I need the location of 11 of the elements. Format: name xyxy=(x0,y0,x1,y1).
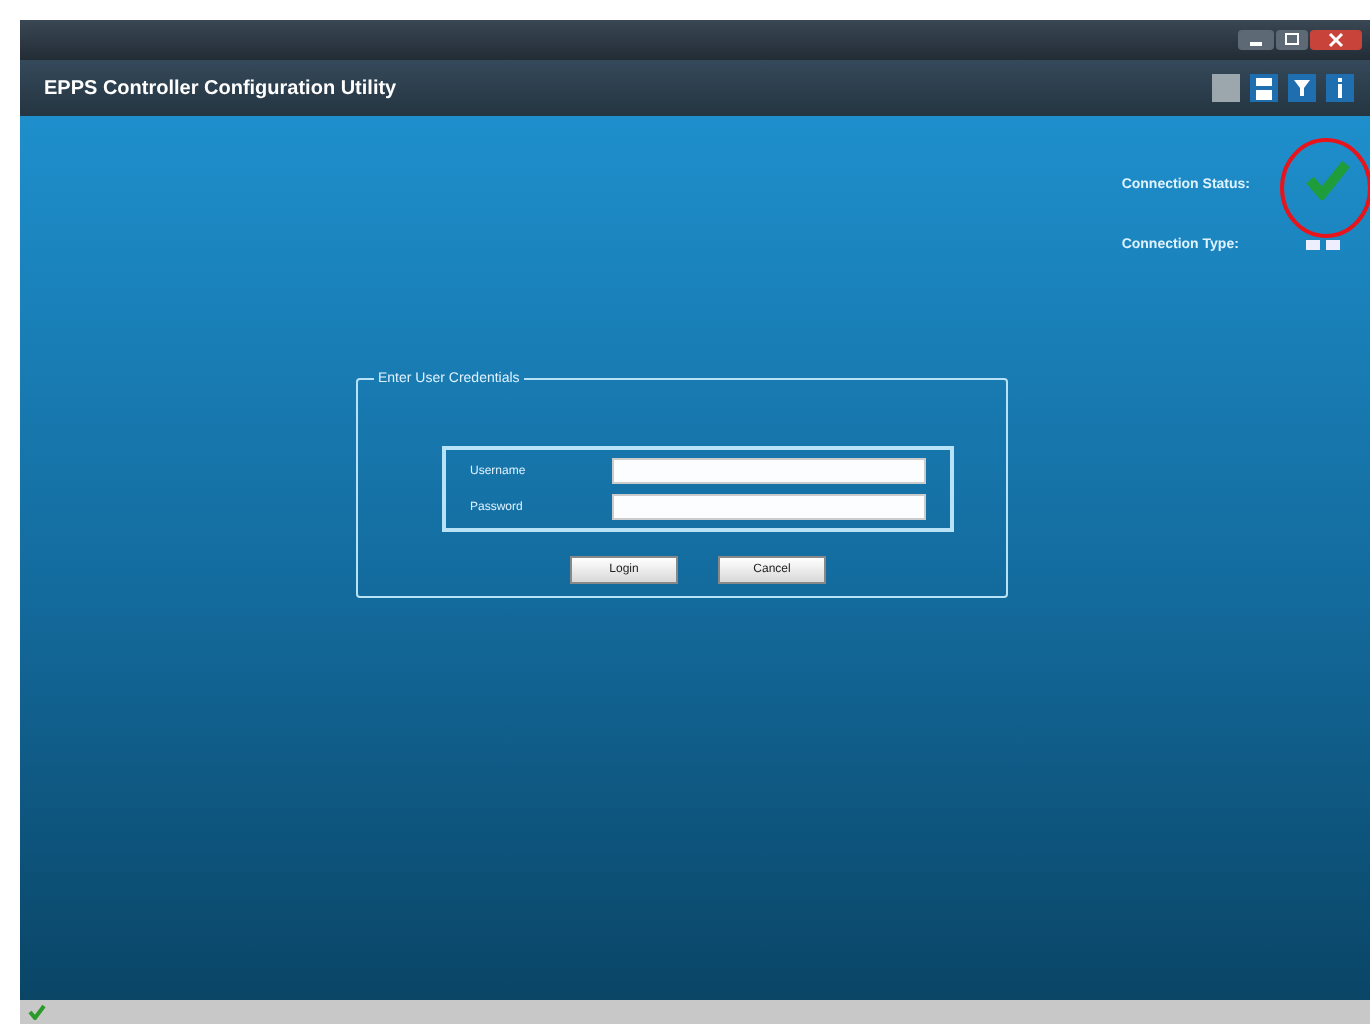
filter-icon[interactable] xyxy=(1288,74,1316,102)
plug-icon xyxy=(1306,240,1342,250)
input-field[interactable] xyxy=(612,458,926,484)
check-icon xyxy=(28,1004,46,1020)
window-title: EPPS Controller Configuration Utility xyxy=(44,77,399,99)
minimize-icon[interactable] xyxy=(1238,30,1274,50)
maximize-icon[interactable] xyxy=(1276,30,1308,50)
save-icon[interactable] xyxy=(1250,74,1278,102)
input-field[interactable] xyxy=(612,494,926,520)
info-icon[interactable] xyxy=(1326,74,1354,102)
close-icon[interactable] xyxy=(1310,30,1362,50)
